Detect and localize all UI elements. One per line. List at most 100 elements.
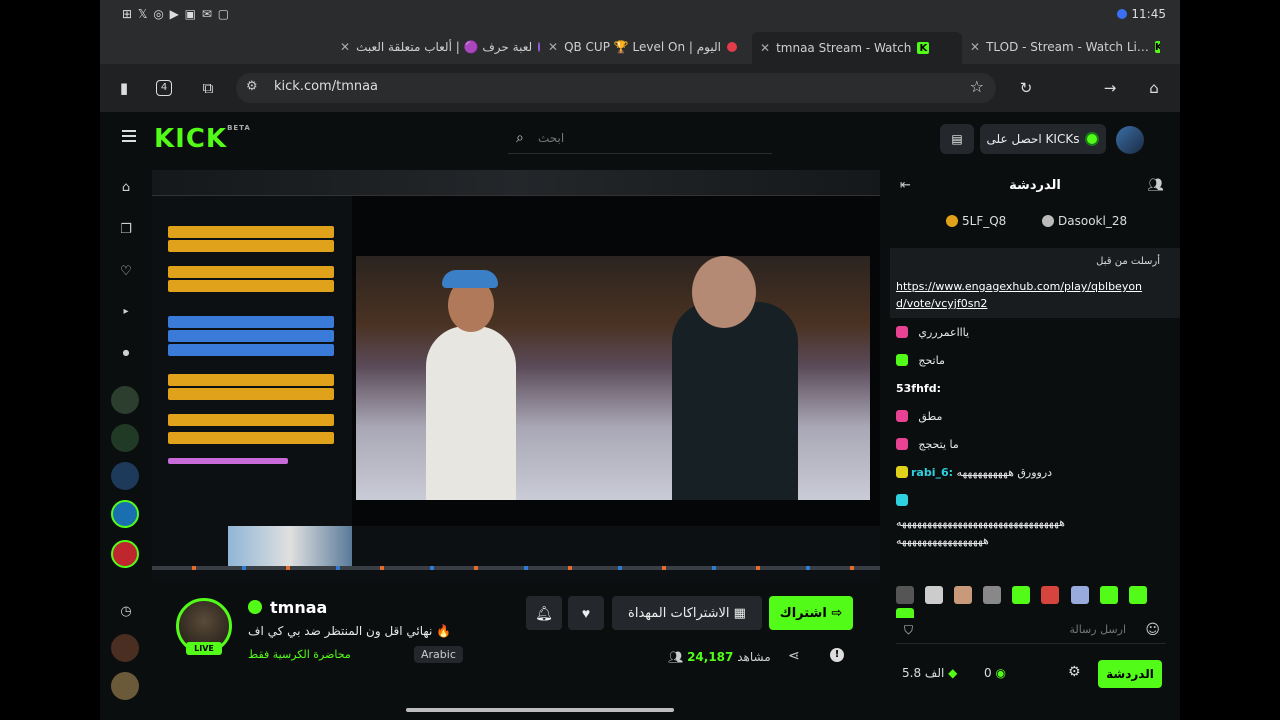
status-icons: ⊞ 𝕏 ◎ ▶ ▣ ✉ ▢	[122, 7, 231, 21]
pinned-message: أرسلت من قبل https://www.engagexhub.com/…	[890, 248, 1180, 318]
tab-harf[interactable]: ✕ لعبة حرف 🟣 | ألعاب متعلقة العبث	[340, 36, 540, 58]
site-header: KICKBETA ⌕ ▤ احصل على KICKs	[100, 112, 1180, 168]
channel-avatar[interactable]	[111, 424, 139, 452]
streamer-name[interactable]: tmnaa	[270, 598, 327, 617]
close-icon[interactable]: ✕	[548, 40, 558, 54]
sidebar-toggle-icon[interactable]: ▮	[114, 78, 134, 98]
pinned-meta: أرسلت من قبل	[1096, 256, 1160, 267]
chat-message: هههههههههههههههههه	[896, 534, 989, 547]
kicks-balance[interactable]: 5.8 الف ◆	[902, 666, 957, 680]
following-heart-icon[interactable]: ♡	[118, 264, 134, 280]
verified-icon	[248, 600, 262, 614]
close-icon[interactable]: ✕	[340, 40, 350, 54]
video-progress-bar[interactable]	[152, 566, 880, 570]
tab-tmnaa[interactable]: ✕ tmnaa Stream - Watch K	[752, 32, 962, 64]
user-avatar[interactable]	[1116, 126, 1144, 154]
emote-icon[interactable]	[925, 586, 944, 604]
live-badge: LIVE	[186, 642, 222, 655]
chat-message: 53fhfd:	[896, 382, 941, 395]
browser-tab-strip: + ✕ لعبة حرف 🟣 | ألعاب متعلقة العبث ✕ QB…	[100, 28, 1180, 83]
bookmark-star-icon[interactable]: ☆	[970, 77, 984, 96]
kick-logo[interactable]: KICKBETA	[154, 124, 251, 154]
emote-icon[interactable]	[1070, 586, 1089, 604]
subscribe-button[interactable]: اشتراك ⇨	[769, 596, 853, 630]
channel-avatar[interactable]	[111, 634, 139, 662]
channel-avatar[interactable]	[111, 540, 139, 568]
tablet-screen: ⊞ 𝕏 ◎ ▶ ▣ ✉ ▢ 11:45 + ✕ لعبة حرف 🟣 | ألع…	[100, 0, 1180, 720]
chat-message: ياااعمررري	[896, 326, 1166, 344]
channel-avatar[interactable]	[111, 672, 139, 700]
clock-icon[interactable]: ◷	[118, 604, 134, 620]
channel-avatar[interactable]	[111, 386, 139, 414]
emote-row	[168, 330, 334, 342]
info-icon[interactable]: !	[830, 648, 844, 662]
emote-icon[interactable]	[896, 586, 914, 604]
chat-settings-icon[interactable]: ⚙	[1068, 664, 1081, 680]
site-settings-icon[interactable]: ⚙	[246, 79, 258, 94]
reload-icon[interactable]: ↻	[1016, 78, 1036, 98]
emote-icon[interactable]	[954, 586, 973, 604]
search-icon[interactable]: ⌕	[516, 130, 524, 146]
follow-heart-button[interactable]: ♥	[568, 596, 604, 630]
gifter-pill[interactable]: Dasookl_28	[1042, 214, 1127, 228]
bell-icon: 🔔︎	[535, 604, 553, 621]
viewer-count: 👥︎ 24,187 مشاهد	[668, 650, 771, 664]
emote-row	[168, 280, 334, 292]
home-indicator[interactable]	[406, 708, 674, 712]
chat-send-button[interactable]: الدردشة	[1098, 660, 1162, 688]
emote-row	[168, 388, 334, 400]
emote-icon[interactable]	[1099, 586, 1118, 604]
channel-avatar[interactable]	[111, 462, 139, 490]
address-bar: ▮ 4 ⧉ ⚙ kick.com/tmnaa ☆ ↻ → ⌂	[100, 64, 1180, 112]
points-balance[interactable]: 0 ◉	[984, 666, 1006, 680]
menu-icon[interactable]	[122, 130, 136, 142]
emote-row	[168, 458, 288, 464]
emote-icon[interactable]	[1128, 586, 1147, 604]
rail-arrow-icon[interactable]: ▸	[118, 306, 134, 322]
status-bar: ⊞ 𝕏 ◎ ▶ ▣ ✉ ▢ 11:45	[100, 0, 1180, 28]
stream-dashboard-overlay	[152, 196, 352, 526]
tab-qb-cup[interactable]: ✕ QB CUP 🏆 Level On | اليوم	[548, 36, 738, 58]
gift-subs-button[interactable]: الاشتراكات المهداة ▦	[612, 596, 762, 630]
gifter-pill[interactable]: 5LF_Q8	[946, 214, 1006, 228]
home-icon[interactable]: ⌂	[1144, 78, 1164, 98]
url-field[interactable]: ⚙ kick.com/tmnaa ☆	[236, 73, 996, 103]
thumbnail-strip	[228, 526, 352, 566]
share-icon[interactable]: ⋖	[788, 648, 800, 664]
forward-icon[interactable]: →	[1100, 78, 1120, 98]
close-icon[interactable]: ✕	[760, 41, 770, 55]
emote-row	[168, 240, 334, 252]
chat-panel: ⇤ الدردشة 👥︎ 5LF_Q8 Dasookl_28 أرسلت من …	[890, 168, 1180, 720]
emote-row	[168, 344, 334, 356]
video-player[interactable]	[152, 170, 880, 580]
translate-icon[interactable]: ⧉	[198, 78, 218, 98]
emote-icon[interactable]	[983, 586, 1002, 604]
left-nav-rail: ⌂ ❐ ♡ ▸ ● ◷	[100, 168, 152, 720]
search-input[interactable]	[538, 131, 758, 145]
close-icon[interactable]: ✕	[970, 40, 980, 54]
chat-message: ماتحج	[896, 354, 1166, 372]
tab-count-button[interactable]: 4	[156, 80, 172, 96]
wallet-button[interactable]: ▤	[940, 124, 974, 154]
emote-row	[168, 316, 334, 328]
stream-category[interactable]: محاضرة الكرسية فقط	[248, 648, 351, 661]
get-kicks-button[interactable]: احصل على KICKs	[980, 124, 1106, 154]
emote-icon[interactable]	[1012, 586, 1031, 604]
chat-input[interactable]	[926, 623, 1126, 636]
emote-row	[168, 432, 334, 444]
emote-row	[168, 266, 334, 278]
browse-nav-icon[interactable]: ❐	[118, 222, 134, 238]
channel-avatar[interactable]	[111, 500, 139, 528]
tab-tlod[interactable]: ✕ TLOD - Stream - Watch Li… K	[970, 36, 1160, 58]
person-figure	[672, 302, 798, 500]
points-icon: ◉	[995, 666, 1006, 680]
video-overlay-bottom	[152, 526, 880, 580]
chat-users-icon[interactable]: 👥︎	[1147, 178, 1164, 193]
emote-icon[interactable]	[1041, 586, 1060, 604]
pinned-link[interactable]: https://www.engagexhub.com/play/qblbeyon…	[896, 278, 1146, 312]
home-nav-icon[interactable]: ⌂	[118, 180, 134, 196]
emoji-icon[interactable]: ☺	[1145, 622, 1160, 638]
shield-icon[interactable]: ⛉	[904, 623, 913, 638]
notification-bell-button[interactable]: 🔔︎	[526, 596, 562, 630]
language-tag[interactable]: Arabic	[414, 646, 463, 663]
